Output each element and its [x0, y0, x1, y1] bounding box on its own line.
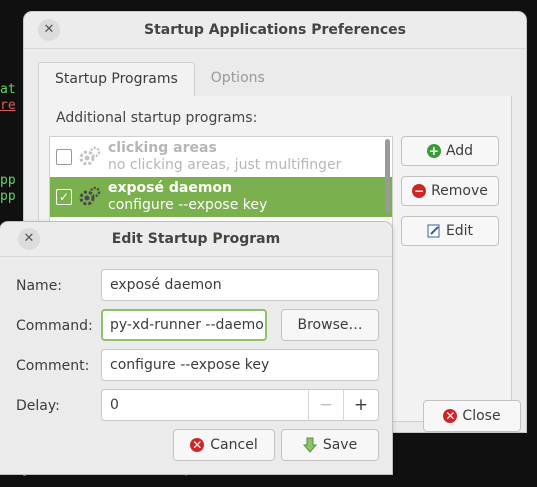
enable-checkbox[interactable]: ✓: [56, 189, 72, 205]
gear-icon: [79, 146, 101, 166]
remove-button-label: Remove: [431, 183, 488, 199]
command-label: Command:: [16, 318, 93, 334]
command-value: py-xd-runner --daemon: [110, 317, 267, 333]
program-name: clicking areas: [108, 140, 217, 156]
decrement-button[interactable]: −: [308, 390, 343, 420]
list-item[interactable]: ✓ exposé daemon configure --expose key: [50, 177, 392, 217]
add-icon: +: [426, 144, 441, 158]
terminal-line: pp: [0, 189, 16, 204]
command-field[interactable]: py-xd-runner --daemon: [101, 309, 267, 341]
window-title: Startup Applications Preferences: [144, 22, 406, 38]
section-label: Additional startup programs:: [56, 110, 258, 126]
cancel-button[interactable]: ✕ Cancel: [173, 429, 275, 461]
close-button-label: Close: [462, 408, 501, 424]
save-button-label: Save: [322, 437, 358, 453]
dialog-titlebar: ✕ Edit Startup Program: [0, 222, 392, 257]
save-icon: [302, 437, 317, 453]
delay-value[interactable]: 0: [110, 390, 119, 420]
browse-button[interactable]: Browse…: [281, 309, 379, 341]
program-description: no clicking areas, just multifinger: [108, 157, 342, 173]
edit-button-label: Edit: [445, 223, 474, 239]
gear-icon: [79, 186, 101, 206]
list-item[interactable]: clicking areas no clicking areas, just m…: [50, 137, 392, 177]
comment-field[interactable]: configure --expose key: [101, 349, 379, 381]
remove-button[interactable]: − Remove: [401, 176, 499, 206]
close-button[interactable]: ✕ Close: [423, 400, 521, 432]
comment-label: Comment:: [16, 358, 90, 374]
name-label: Name:: [16, 278, 63, 294]
list-scrollbar[interactable]: [385, 139, 390, 213]
dialog-title: Edit Startup Program: [111, 231, 281, 247]
terminal-fragment: pp pp: [0, 173, 16, 205]
browse-button-label: Browse…: [297, 317, 363, 333]
close-circle-icon: ✕: [443, 409, 458, 423]
tab-options[interactable]: Options: [195, 62, 281, 96]
delay-spinner[interactable]: 0 − +: [101, 389, 379, 421]
name-field[interactable]: exposé daemon: [101, 269, 379, 301]
program-description: configure --expose key: [108, 197, 268, 213]
remove-icon: −: [412, 184, 427, 198]
terminal-line: re: [0, 98, 16, 113]
tab-bar: Startup Programs Options: [38, 62, 512, 97]
increment-button[interactable]: +: [343, 390, 378, 420]
terminal-line: at: [0, 82, 16, 97]
enable-checkbox[interactable]: [56, 149, 72, 165]
delay-label: Delay:: [16, 398, 60, 414]
cancel-icon: ✕: [190, 438, 205, 452]
add-button[interactable]: + Add: [401, 136, 499, 166]
program-name: exposé daemon: [108, 180, 233, 196]
edit-startup-program-dialog: ✕ Edit Startup Program Name: exposé daem…: [0, 222, 392, 474]
edit-icon: [427, 224, 440, 238]
edit-button[interactable]: Edit: [401, 216, 499, 246]
add-button-label: Add: [445, 143, 474, 159]
terminal-fragment: at re: [0, 82, 16, 114]
cancel-button-label: Cancel: [210, 437, 258, 453]
tab-startup-programs[interactable]: Startup Programs: [38, 62, 195, 96]
save-button[interactable]: Save: [281, 429, 379, 461]
main-titlebar: ✕ Startup Applications Preferences: [24, 12, 526, 49]
terminal-line: pp: [0, 173, 16, 188]
